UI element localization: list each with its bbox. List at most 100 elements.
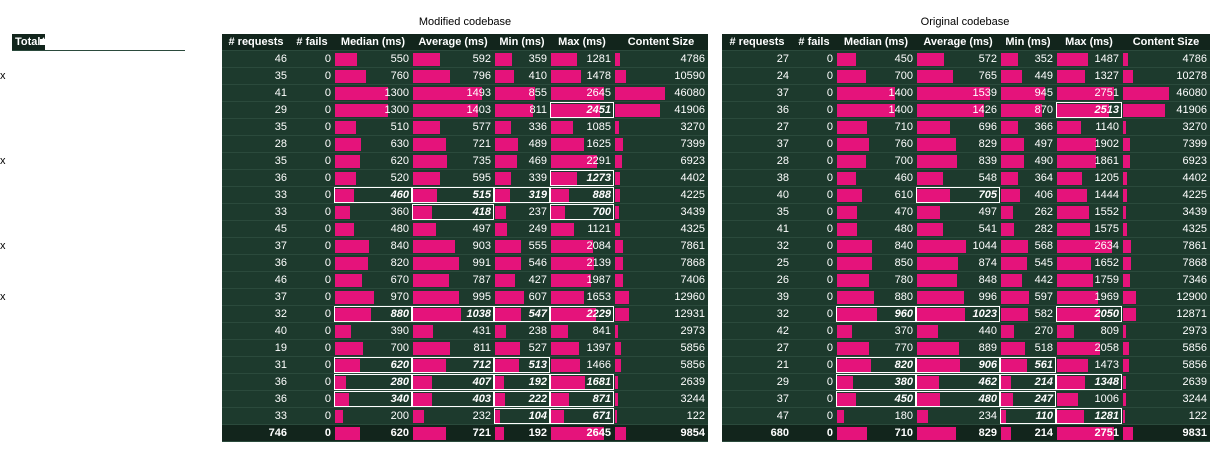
cell-fails: 0 xyxy=(792,238,836,254)
cell-requests: 36 xyxy=(222,255,290,271)
cell-value: 46080 xyxy=(1176,87,1207,99)
cell-value: 0 xyxy=(826,240,833,252)
value-bar xyxy=(1057,206,1090,219)
value-bar xyxy=(335,87,388,100)
cell-value: 33 xyxy=(274,410,287,422)
cell-value: 0 xyxy=(324,427,331,439)
cell-content-size: 12931 xyxy=(614,306,708,322)
cell-content-size: 4325 xyxy=(1122,221,1210,237)
cell-value: 38 xyxy=(776,172,789,184)
cell-fails: 0 xyxy=(290,272,334,288)
value-bar xyxy=(837,87,896,100)
cell-value: 45 xyxy=(274,223,287,235)
cell-value: 880 xyxy=(390,308,409,320)
value-bar xyxy=(495,274,516,287)
value-bar xyxy=(1001,121,1019,134)
cell-requests: 47 xyxy=(722,408,792,424)
cell-fails: 0 xyxy=(792,374,836,390)
value-bar xyxy=(615,172,620,185)
cell-requests: 25 xyxy=(722,255,792,271)
cell-max-ms: 1987 xyxy=(550,272,614,288)
cell-fails: 0 xyxy=(290,323,334,339)
cell-fails: 0 xyxy=(290,119,334,135)
cell-fails: 0 xyxy=(792,408,836,424)
cell-value: 811 xyxy=(473,342,491,354)
cell-median-ms: 610 xyxy=(836,187,916,203)
cell-content-size: 41906 xyxy=(1122,102,1210,118)
value-bar xyxy=(1123,189,1128,202)
cell-value: 4325 xyxy=(680,223,705,235)
cell-fails: 0 xyxy=(290,391,334,407)
cell-median-ms: 1400 xyxy=(836,85,916,101)
cell-average-ms: 874 xyxy=(916,255,1000,271)
cell-value: 5856 xyxy=(1182,342,1207,354)
cell-value: 28 xyxy=(274,138,287,150)
cell-fails: 0 xyxy=(290,306,334,322)
cell-requests: 24 xyxy=(722,68,792,84)
cell-median-ms: 480 xyxy=(836,221,916,237)
cell-value: 28 xyxy=(776,155,789,167)
cell-average-ms: 595 xyxy=(412,170,494,186)
cell-median-ms: 460 xyxy=(334,187,412,203)
cell-value: 7406 xyxy=(680,274,705,286)
value-bar xyxy=(837,410,845,423)
cell-value: 41906 xyxy=(1176,104,1207,116)
value-bar xyxy=(1123,325,1126,338)
value-bar xyxy=(413,359,446,372)
column-header: # requests xyxy=(729,36,785,48)
value-bar xyxy=(615,393,619,406)
cell-average-ms: 721 xyxy=(412,136,494,152)
original-codebase-title: Original codebase xyxy=(920,16,1010,28)
value-bar xyxy=(413,155,447,168)
value-bar xyxy=(1057,70,1085,83)
value-bar xyxy=(837,376,853,389)
cell-value: 9831 xyxy=(1182,427,1207,439)
cell-value: 0 xyxy=(826,393,833,405)
cell-value: 1397 xyxy=(586,342,611,354)
cell-min-ms: 546 xyxy=(494,255,550,271)
table-row: 35 0 470 497 262 1552 3439 xyxy=(722,204,1210,221)
value-bar xyxy=(1123,121,1127,134)
cell-value: 7861 xyxy=(1182,240,1207,252)
cell-fails: 0 xyxy=(792,340,836,356)
cell-average-ms: 889 xyxy=(916,340,1000,356)
table-row: 21 0 820 906 561 1473 5856 xyxy=(722,357,1210,374)
cell-value: 7861 xyxy=(680,240,705,252)
cell-requests: 46 xyxy=(222,51,290,67)
cell-value: 234 xyxy=(978,410,997,422)
value-bar xyxy=(615,189,620,202)
cell-requests: 746 xyxy=(222,425,290,441)
cell-value: 572 xyxy=(978,53,997,65)
value-bar xyxy=(615,291,629,304)
cell-content-size: 7406 xyxy=(614,272,708,288)
cell-value: 1205 xyxy=(1094,172,1119,184)
cell-value: 710 xyxy=(894,427,913,439)
cell-value: 0 xyxy=(324,393,331,405)
cell-value: 0 xyxy=(324,70,331,82)
cell-content-size: 5856 xyxy=(614,340,708,356)
cell-value: 0 xyxy=(324,87,331,99)
cell-value: 2973 xyxy=(680,325,705,337)
cell-value: 0 xyxy=(826,104,833,116)
cell-value: 1759 xyxy=(1094,274,1119,286)
table-row: 33 0 460 515 319 888 4225 xyxy=(222,187,708,204)
cell-value: 40 xyxy=(776,189,789,201)
cell-average-ms: 1493 xyxy=(412,85,494,101)
value-bar xyxy=(551,410,565,423)
value-bar xyxy=(1123,87,1170,100)
cell-median-ms: 380 xyxy=(836,374,916,390)
table-row: 36 0 340 403 222 871 3244 xyxy=(222,391,708,408)
value-bar xyxy=(413,223,436,236)
cell-average-ms: 431 xyxy=(412,323,494,339)
cell-value: 0 xyxy=(324,138,331,150)
cell-value: 3244 xyxy=(680,393,705,405)
value-bar xyxy=(917,342,959,355)
value-bar xyxy=(917,189,951,202)
cell-average-ms: 811 xyxy=(412,340,494,356)
cell-value: 0 xyxy=(324,104,331,116)
value-bar xyxy=(1123,53,1128,66)
cell-value: 222 xyxy=(528,393,547,405)
cell-value: 547 xyxy=(528,308,547,320)
value-bar xyxy=(615,240,624,253)
value-bar xyxy=(551,121,573,134)
